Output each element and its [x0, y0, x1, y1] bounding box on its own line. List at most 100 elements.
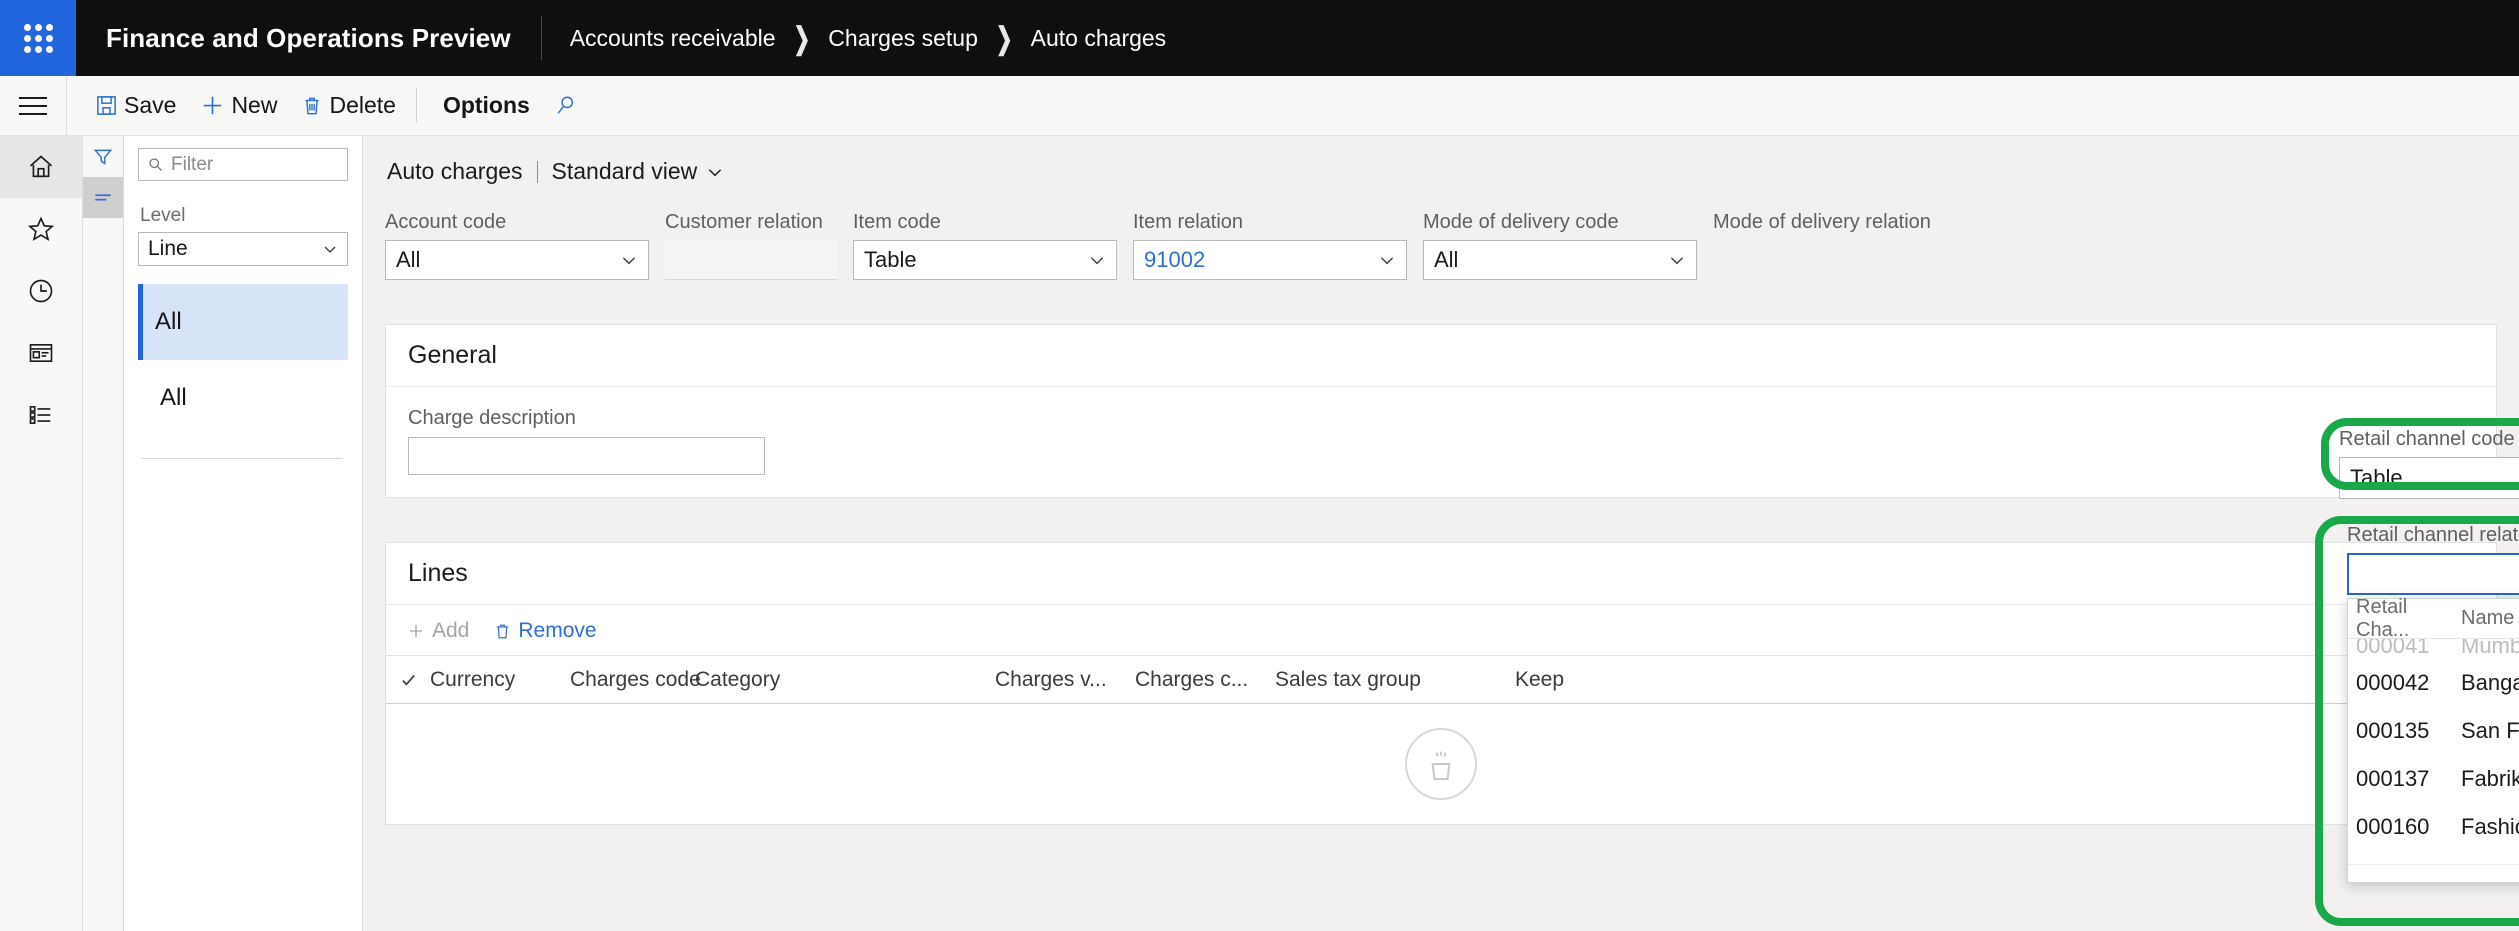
dropdown-option-id: 000041: [2356, 639, 2461, 659]
item-relation-select[interactable]: 91002: [1133, 240, 1407, 280]
page-body: Filter Level Line All All: [0, 136, 2519, 931]
waffle-menu-button[interactable]: [0, 0, 76, 76]
remove-line-label: Remove: [518, 619, 596, 643]
dropdown-option-name: Bangalore: [2461, 670, 2519, 696]
rail-item-recent[interactable]: [0, 260, 82, 322]
dropdown-option-clipped[interactable]: 000041 Mumbai: [2348, 639, 2519, 659]
rail-item-favorites[interactable]: [0, 198, 82, 260]
chevron-down-icon: [322, 241, 338, 257]
funnel-icon[interactable]: [83, 136, 123, 177]
breadcrumb-item-charges-setup[interactable]: Charges setup: [828, 25, 978, 52]
options-label: Options: [443, 92, 530, 119]
dropdown-option-name: Fabrikam extended online...: [2461, 766, 2519, 792]
filter-result-list: All All: [138, 284, 348, 436]
mode-of-delivery-code-select[interactable]: All: [1423, 240, 1697, 280]
customer-relation-input[interactable]: [665, 240, 837, 280]
app-title: Finance and Operations Preview: [76, 0, 541, 76]
section-title: Lines: [408, 559, 468, 588]
breadcrumb-item-accounts-receivable[interactable]: Accounts receivable: [570, 25, 776, 52]
action-bar-items: Save New Delete Options: [67, 76, 590, 135]
select-all-checkmark-icon[interactable]: [400, 671, 430, 689]
retail-channel-code-select[interactable]: Table: [2339, 457, 2519, 499]
charge-description-input[interactable]: [408, 437, 765, 475]
field-label: Customer relation: [665, 211, 837, 234]
general-section-header[interactable]: General: [386, 325, 2496, 387]
dropdown-option-id: 000185: [2356, 862, 2461, 864]
dropdown-option-name: Mumbai: [2461, 639, 2519, 659]
lines-grid-empty-state: [386, 704, 2496, 824]
column-header-currency[interactable]: Currency: [430, 668, 570, 692]
dropdown-option-id: 000160: [2356, 814, 2461, 840]
filter-input[interactable]: Filter: [138, 148, 348, 181]
search-icon: [147, 156, 164, 173]
dropdown-option-list: 000041 Mumbai 000042 Bangalore 000135 Sa…: [2348, 639, 2519, 864]
waffle-grid-icon: [24, 24, 53, 53]
level-select[interactable]: Line: [138, 232, 348, 266]
field-label: Mode of delivery relation: [1713, 211, 1981, 234]
filter-pane-columns: Filter Level Line All All: [83, 136, 362, 931]
list-icon: [27, 401, 55, 429]
new-button[interactable]: New: [188, 86, 289, 125]
retail-channel-code-value: Table: [2350, 465, 2403, 491]
trash-icon: [493, 622, 512, 641]
search-button[interactable]: [542, 88, 590, 124]
list-item[interactable]: All: [138, 360, 348, 436]
field-value: 91002: [1144, 247, 1205, 273]
delete-label: Delete: [329, 92, 395, 119]
hamburger-icon[interactable]: [0, 76, 67, 135]
top-navigation-bar: Finance and Operations Preview Accounts …: [0, 0, 2519, 76]
rail-item-workspaces[interactable]: [0, 322, 82, 384]
chevron-down-icon: [1088, 251, 1106, 269]
column-header-charges-currency[interactable]: Charges c...: [1135, 668, 1275, 692]
new-label: New: [231, 92, 277, 119]
retail-channel-relation-dropdown: Retail Cha... Name 000041 Mumbai 000042 …: [2347, 598, 2519, 883]
rail-item-modules[interactable]: [0, 384, 82, 446]
left-navigation-rail: [0, 136, 83, 931]
account-code-select[interactable]: All: [385, 240, 649, 280]
empty-box-icon: [1405, 728, 1477, 800]
dropdown-option-id: 000135: [2356, 718, 2461, 744]
dropdown-option-id: 000042: [2356, 670, 2461, 696]
field-customer-relation: Customer relation: [665, 211, 837, 280]
retail-channel-relation-select[interactable]: [2347, 553, 2519, 595]
field-label: Item code: [853, 211, 1117, 234]
field-label: Item relation: [1133, 211, 1407, 234]
view-selector[interactable]: Standard view: [552, 158, 725, 185]
field-value: Table: [864, 247, 917, 273]
dropdown-option[interactable]: 000137 Fabrikam extended online...: [2348, 755, 2519, 803]
breadcrumb-item-auto-charges[interactable]: Auto charges: [1031, 25, 1167, 52]
retail-channel-code-label: Retail channel code: [2339, 428, 2519, 451]
save-icon: [95, 94, 118, 117]
dropdown-option[interactable]: 000185 San Jose: [2348, 851, 2519, 864]
dropdown-option[interactable]: 000042 Bangalore: [2348, 659, 2519, 707]
chevron-down-icon: [706, 163, 724, 181]
item-code-select[interactable]: Table: [853, 240, 1117, 280]
remove-line-button[interactable]: Remove: [493, 619, 596, 643]
dropdown-option[interactable]: 000160 Fashion call center: [2348, 803, 2519, 851]
field-value: All: [1434, 247, 1458, 273]
list-item-label: All: [155, 308, 182, 336]
workspace-icon: [27, 339, 55, 367]
options-button[interactable]: Options: [425, 86, 542, 125]
level-label: Level: [140, 205, 348, 227]
column-header-category[interactable]: Category: [695, 668, 995, 692]
column-header-keep[interactable]: Keep: [1515, 668, 1564, 692]
form-header: Auto charges Standard view: [363, 136, 2519, 185]
lines-icon[interactable]: [83, 177, 123, 218]
plus-icon: [200, 93, 225, 118]
dropdown-option-id: 000137: [2356, 766, 2461, 792]
rail-item-home[interactable]: [0, 136, 82, 198]
save-button[interactable]: Save: [83, 86, 188, 125]
column-header-sales-tax-group[interactable]: Sales tax group: [1275, 668, 1515, 692]
filter-pane-content: Filter Level Line All All: [124, 136, 362, 931]
delete-button[interactable]: Delete: [289, 86, 407, 125]
dropdown-option[interactable]: 000135 San Francisco: [2348, 707, 2519, 755]
column-header-charges-value[interactable]: Charges v...: [995, 668, 1135, 692]
field-account-code: Account code All: [385, 211, 649, 280]
list-item[interactable]: All: [138, 284, 348, 360]
lines-section-header[interactable]: Lines: [386, 543, 2496, 605]
column-header-charges-code[interactable]: Charges code: [570, 668, 695, 692]
field-mode-of-delivery-relation: Mode of delivery relation: [1713, 211, 1981, 240]
add-line-button[interactable]: Add: [406, 619, 469, 643]
dropdown-footer: [2348, 864, 2519, 882]
